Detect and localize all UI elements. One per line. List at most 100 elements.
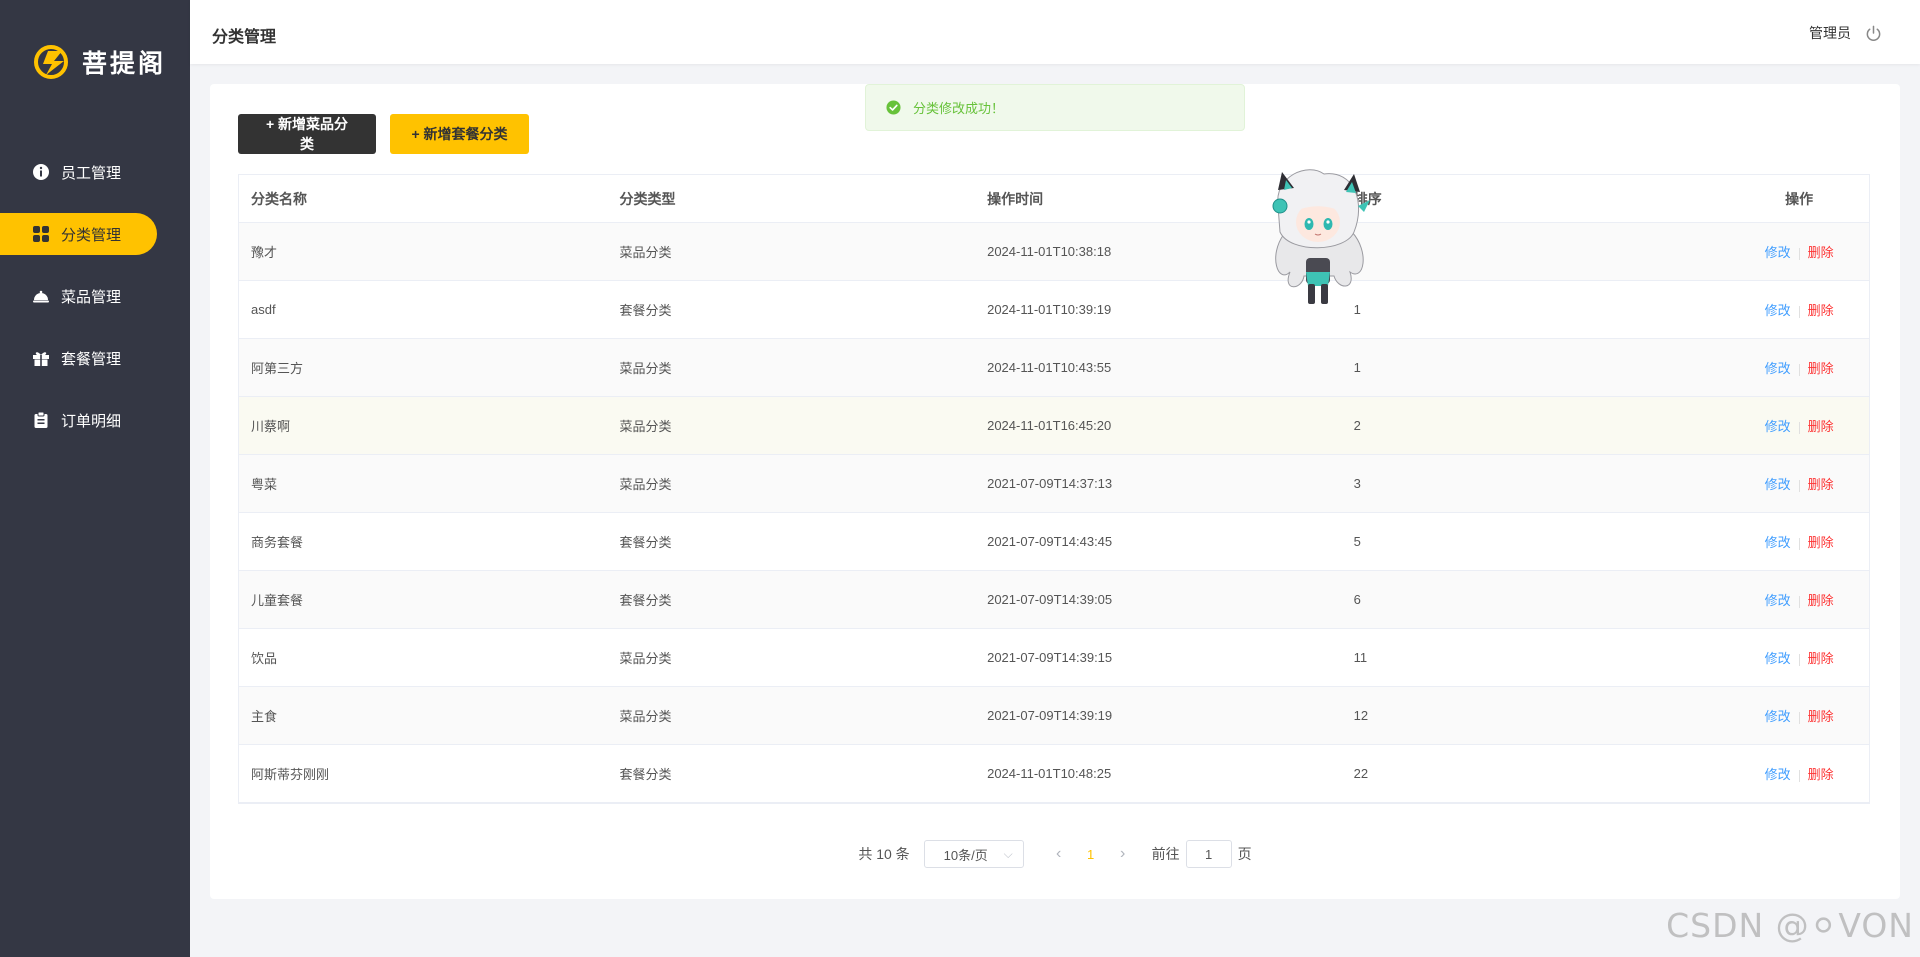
ops-divider xyxy=(1798,595,1800,608)
cell-ops: 修改 删除 xyxy=(1729,300,1869,319)
sidebar-item-dish[interactable]: 菜品管理 xyxy=(0,275,190,317)
table-header: 分类名称 分类类型 操作时间 排序 操作 xyxy=(239,175,1869,223)
logo-mark-icon xyxy=(34,45,68,79)
cell-type: 菜品分类 xyxy=(619,651,672,666)
sidebar-item-employee[interactable]: 员工管理 xyxy=(0,151,190,193)
delete-link[interactable]: 删除 xyxy=(1808,767,1834,782)
sidebar-item-setmeal[interactable]: 套餐管理 xyxy=(0,337,190,379)
cell-name: 粤菜 xyxy=(251,477,278,492)
delete-link[interactable]: 删除 xyxy=(1808,593,1834,608)
goto-page: 前往 页 xyxy=(1152,840,1252,868)
ops-divider xyxy=(1798,769,1800,782)
dish-cloche-icon xyxy=(32,287,50,305)
logo-text: 菩提阁 xyxy=(82,49,167,78)
cell-type: 套餐分类 xyxy=(619,303,672,318)
add-setmeal-category-button[interactable]: + 新增套餐分类 xyxy=(390,114,529,154)
ops-divider xyxy=(1798,363,1800,376)
goto-page-input[interactable] xyxy=(1185,840,1232,868)
sidebar: 菩提阁 员工管理 分类管理 菜品管理 套餐管理 订单明细 xyxy=(0,0,190,957)
delete-link[interactable]: 删除 xyxy=(1808,419,1834,434)
cell-name: 儿童套餐 xyxy=(251,593,304,608)
sidebar-item-label: 套餐管理 xyxy=(61,350,122,368)
top-header: 分类管理 管理员 xyxy=(190,0,1920,64)
cell-time: 2021-07-09T14:39:05 xyxy=(987,592,1113,607)
page-size-select[interactable]: 10条/页 ⌵ xyxy=(923,840,1024,868)
sidebar-item-orders[interactable]: 订单明细 xyxy=(0,399,190,441)
table-body: 豫才 菜品分类 2024-11-01T10:38:18 修改 删除 asdf 套餐分类 202… xyxy=(239,223,1869,803)
cell-ops: 修改 删除 xyxy=(1729,590,1869,609)
delete-link[interactable]: 删除 xyxy=(1808,477,1834,492)
watermark: CSDN @⚪VON xyxy=(1666,906,1914,945)
cell-name: 阿第三方 xyxy=(251,361,304,376)
sidebar-item-label: 员工管理 xyxy=(61,164,122,182)
cell-name: 主食 xyxy=(251,709,278,724)
cell-sort: 3 xyxy=(1353,476,1361,491)
cell-type: 套餐分类 xyxy=(619,593,672,608)
mascot-character-image xyxy=(1272,169,1370,304)
table-row: 主食 菜品分类 2021-07-09T14:39:19 12 修改 删除 xyxy=(239,687,1869,745)
power-icon[interactable] xyxy=(1865,25,1882,42)
gift-icon xyxy=(32,349,50,367)
delete-link[interactable]: 删除 xyxy=(1808,709,1834,724)
cell-ops: 修改 删除 xyxy=(1729,416,1869,435)
toast-message: 分类修改成功！ xyxy=(913,101,1005,116)
cell-ops: 修改 删除 xyxy=(1729,474,1869,493)
cell-ops: 修改 删除 xyxy=(1729,358,1869,377)
column-header-type: 分类类型 xyxy=(619,190,676,207)
edit-link[interactable]: 修改 xyxy=(1765,651,1791,666)
table-row: asdf 套餐分类 2024-11-01T10:39:19 1 修改 删除 xyxy=(239,281,1869,339)
sidebar-item-category[interactable]: 分类管理 xyxy=(0,213,157,255)
cell-ops: 修改 删除 xyxy=(1729,532,1869,551)
delete-link[interactable]: 删除 xyxy=(1808,245,1834,260)
cell-name: 川蔡啊 xyxy=(251,419,291,434)
cell-time: 2024-11-01T10:48:25 xyxy=(987,766,1112,781)
cell-name: 豫才 xyxy=(251,245,278,260)
cell-time: 2021-07-09T14:39:15 xyxy=(987,650,1113,665)
sidebar-item-label: 订单明细 xyxy=(61,412,122,430)
add-dish-category-button[interactable]: + 新增菜品分类 xyxy=(238,114,376,154)
column-header-name: 分类名称 xyxy=(251,190,307,207)
delete-link[interactable]: 删除 xyxy=(1808,303,1834,318)
edit-link[interactable]: 修改 xyxy=(1765,245,1791,260)
chevron-down-icon: ⌵ xyxy=(1003,846,1013,861)
total-count: 共 10 条 xyxy=(858,846,910,862)
table-row: 粤菜 菜品分类 2021-07-09T14:37:13 3 修改 删除 xyxy=(239,455,1869,513)
cell-time: 2024-11-01T16:45:20 xyxy=(987,418,1112,433)
edit-link[interactable]: 修改 xyxy=(1765,303,1791,318)
clipboard-icon xyxy=(32,411,50,429)
prev-page-icon[interactable]: ‹ xyxy=(1044,845,1074,863)
delete-link[interactable]: 删除 xyxy=(1808,651,1834,666)
delete-link[interactable]: 删除 xyxy=(1808,361,1834,376)
cell-type: 菜品分类 xyxy=(619,419,672,434)
table-row: 阿第三方 菜品分类 2024-11-01T10:43:55 1 修改 删除 xyxy=(239,339,1869,397)
cell-ops: 修改 删除 xyxy=(1729,706,1869,725)
edit-link[interactable]: 修改 xyxy=(1765,767,1791,782)
edit-link[interactable]: 修改 xyxy=(1765,709,1791,724)
edit-link[interactable]: 修改 xyxy=(1765,535,1791,550)
edit-link[interactable]: 修改 xyxy=(1765,361,1791,376)
cell-type: 菜品分类 xyxy=(619,361,672,376)
next-page-icon[interactable]: › xyxy=(1108,845,1138,863)
cell-sort: 1 xyxy=(1353,360,1361,375)
table-row: 儿童套餐 套餐分类 2021-07-09T14:39:05 6 修改 删除 xyxy=(239,571,1869,629)
app-logo: 菩提阁 xyxy=(34,44,166,80)
pagination: 共 10 条 10条/页 ⌵ ‹ 1 › 前往 页 xyxy=(210,840,1900,868)
edit-link[interactable]: 修改 xyxy=(1765,419,1791,434)
table-row: 商务套餐 套餐分类 2021-07-09T14:43:45 5 修改 删除 xyxy=(239,513,1869,571)
ops-divider xyxy=(1798,537,1800,550)
cell-ops: 修改 删除 xyxy=(1729,242,1869,261)
cell-type: 菜品分类 xyxy=(619,477,672,492)
delete-link[interactable]: 删除 xyxy=(1808,535,1834,550)
cell-sort: 5 xyxy=(1353,534,1361,549)
cell-name: 阿斯蒂芬刚刚 xyxy=(251,767,330,782)
user-area: 管理员 xyxy=(1809,23,1882,43)
cell-type: 套餐分类 xyxy=(619,767,672,782)
cell-sort: 12 xyxy=(1353,708,1369,723)
cell-type: 套餐分类 xyxy=(619,535,672,550)
ops-divider xyxy=(1798,247,1800,260)
edit-link[interactable]: 修改 xyxy=(1765,477,1791,492)
page-number-current[interactable]: 1 xyxy=(1074,847,1108,862)
info-circle-icon xyxy=(32,163,50,181)
table-row: 饮品 菜品分类 2021-07-09T14:39:15 11 修改 删除 xyxy=(239,629,1869,687)
edit-link[interactable]: 修改 xyxy=(1765,593,1791,608)
